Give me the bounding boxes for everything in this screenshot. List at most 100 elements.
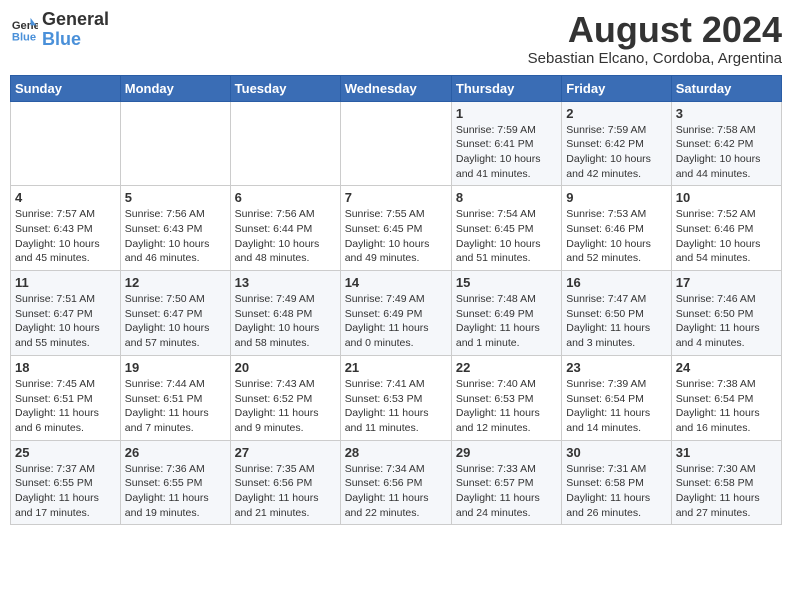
calendar-cell: 11Sunrise: 7:51 AM Sunset: 6:47 PM Dayli…	[11, 271, 121, 356]
month-year-title: August 2024	[528, 10, 782, 50]
calendar-cell: 22Sunrise: 7:40 AM Sunset: 6:53 PM Dayli…	[451, 355, 561, 440]
calendar-cell: 29 Sunrise: 7:33 AM Sunset: 6:57 PM Dayli…	[451, 440, 561, 525]
day-info: Sunrise: 7:49 AM Sunset: 6:48 PM Dayligh…	[235, 292, 336, 351]
page-header: General Blue General Blue August 2024 Se…	[10, 10, 782, 67]
day-info: Sunrise: 7:59 AM Sunset: 6:41 PM Dayligh…	[456, 123, 557, 182]
day-number: 19	[125, 360, 226, 375]
calendar-cell	[11, 101, 121, 186]
weekday-saturday: Saturday	[671, 75, 781, 101]
day-info: Sunrise: 7:34 AM Sunset: 6:56 PM Dayligh…	[345, 462, 447, 521]
day-number: 3	[676, 106, 777, 121]
calendar-cell: 26 Sunrise: 7:36 AM Sunset: 6:55 PM Dayli…	[120, 440, 230, 525]
day-number: 26	[125, 445, 226, 460]
day-info: Sunrise: 7:44 AM Sunset: 6:51 PM Dayligh…	[125, 377, 226, 436]
day-info: Sunrise: 7:43 AM Sunset: 6:52 PM Dayligh…	[235, 377, 336, 436]
day-number: 4	[15, 190, 116, 205]
day-number: 24	[676, 360, 777, 375]
day-info: Sunrise: 7:57 AM Sunset: 6:43 PM Dayligh…	[15, 207, 116, 266]
calendar-cell: 24 Sunrise: 7:38 AM Sunset: 6:54 PM Dayli…	[671, 355, 781, 440]
day-number: 8	[456, 190, 557, 205]
day-number: 27	[235, 445, 336, 460]
calendar-cell: 31Sunrise: 7:30 AM Sunset: 6:58 PM Dayli…	[671, 440, 781, 525]
day-number: 18	[15, 360, 116, 375]
day-info: Sunrise: 7:36 AM Sunset: 6:55 PM Dayligh…	[125, 462, 226, 521]
calendar-week-1: 1 Sunrise: 7:59 AM Sunset: 6:41 PM Daylig…	[11, 101, 782, 186]
day-number: 29	[456, 445, 557, 460]
day-info: Sunrise: 7:33 AM Sunset: 6:57 PM Dayligh…	[456, 462, 557, 521]
day-info: Sunrise: 7:51 AM Sunset: 6:47 PM Dayligh…	[15, 292, 116, 351]
day-info: Sunrise: 7:50 AM Sunset: 6:47 PM Dayligh…	[125, 292, 226, 351]
calendar-cell: 1 Sunrise: 7:59 AM Sunset: 6:41 PM Daylig…	[451, 101, 561, 186]
day-info: Sunrise: 7:58 AM Sunset: 6:42 PM Dayligh…	[676, 123, 777, 182]
day-number: 17	[676, 275, 777, 290]
logo-icon: General Blue	[10, 16, 38, 44]
day-number: 10	[676, 190, 777, 205]
calendar-cell: 13Sunrise: 7:49 AM Sunset: 6:48 PM Dayli…	[230, 271, 340, 356]
calendar-cell: 18 Sunrise: 7:45 AM Sunset: 6:51 PM Dayli…	[11, 355, 121, 440]
day-number: 5	[125, 190, 226, 205]
calendar-cell: 7Sunrise: 7:55 AM Sunset: 6:45 PM Daylig…	[340, 186, 451, 271]
calendar-cell: 8 Sunrise: 7:54 AM Sunset: 6:45 PM Daylig…	[451, 186, 561, 271]
day-number: 7	[345, 190, 447, 205]
calendar-cell	[340, 101, 451, 186]
day-number: 22	[456, 360, 557, 375]
day-info: Sunrise: 7:45 AM Sunset: 6:51 PM Dayligh…	[15, 377, 116, 436]
day-info: Sunrise: 7:56 AM Sunset: 6:44 PM Dayligh…	[235, 207, 336, 266]
day-number: 1	[456, 106, 557, 121]
day-number: 12	[125, 275, 226, 290]
calendar-cell: 3 Sunrise: 7:58 AM Sunset: 6:42 PM Daylig…	[671, 101, 781, 186]
calendar-cell: 21 Sunrise: 7:41 AM Sunset: 6:53 PM Dayli…	[340, 355, 451, 440]
calendar-cell: 25 Sunrise: 7:37 AM Sunset: 6:55 PM Dayli…	[11, 440, 121, 525]
day-info: Sunrise: 7:54 AM Sunset: 6:45 PM Dayligh…	[456, 207, 557, 266]
calendar-cell: 23 Sunrise: 7:39 AM Sunset: 6:54 PM Dayli…	[562, 355, 671, 440]
day-info: Sunrise: 7:37 AM Sunset: 6:55 PM Dayligh…	[15, 462, 116, 521]
calendar-cell: 19 Sunrise: 7:44 AM Sunset: 6:51 PM Dayli…	[120, 355, 230, 440]
day-info: Sunrise: 7:38 AM Sunset: 6:54 PM Dayligh…	[676, 377, 777, 436]
day-number: 20	[235, 360, 336, 375]
calendar-cell: 10 Sunrise: 7:52 AM Sunset: 6:46 PM Dayli…	[671, 186, 781, 271]
calendar-cell: 2Sunrise: 7:59 AM Sunset: 6:42 PM Daylig…	[562, 101, 671, 186]
day-info: Sunrise: 7:39 AM Sunset: 6:54 PM Dayligh…	[566, 377, 666, 436]
day-number: 23	[566, 360, 666, 375]
weekday-monday: Monday	[120, 75, 230, 101]
day-number: 21	[345, 360, 447, 375]
day-number: 31	[676, 445, 777, 460]
weekday-wednesday: Wednesday	[340, 75, 451, 101]
calendar-week-3: 11Sunrise: 7:51 AM Sunset: 6:47 PM Dayli…	[11, 271, 782, 356]
calendar-cell	[120, 101, 230, 186]
day-info: Sunrise: 7:31 AM Sunset: 6:58 PM Dayligh…	[566, 462, 666, 521]
calendar-cell: 30 Sunrise: 7:31 AM Sunset: 6:58 PM Dayli…	[562, 440, 671, 525]
day-info: Sunrise: 7:41 AM Sunset: 6:53 PM Dayligh…	[345, 377, 447, 436]
calendar-cell: 15 Sunrise: 7:48 AM Sunset: 6:49 PM Dayli…	[451, 271, 561, 356]
day-number: 9	[566, 190, 666, 205]
day-info: Sunrise: 7:47 AM Sunset: 6:50 PM Dayligh…	[566, 292, 666, 351]
day-info: Sunrise: 7:49 AM Sunset: 6:49 PM Dayligh…	[345, 292, 447, 351]
calendar-week-2: 4 Sunrise: 7:57 AM Sunset: 6:43 PM Daylig…	[11, 186, 782, 271]
calendar-cell: 20 Sunrise: 7:43 AM Sunset: 6:52 PM Dayli…	[230, 355, 340, 440]
calendar-cell: 16Sunrise: 7:47 AM Sunset: 6:50 PM Dayli…	[562, 271, 671, 356]
day-info: Sunrise: 7:53 AM Sunset: 6:46 PM Dayligh…	[566, 207, 666, 266]
svg-text:Blue: Blue	[12, 31, 36, 43]
calendar-week-4: 18 Sunrise: 7:45 AM Sunset: 6:51 PM Dayli…	[11, 355, 782, 440]
day-number: 14	[345, 275, 447, 290]
day-info: Sunrise: 7:52 AM Sunset: 6:46 PM Dayligh…	[676, 207, 777, 266]
day-info: Sunrise: 7:59 AM Sunset: 6:42 PM Dayligh…	[566, 123, 666, 182]
day-number: 6	[235, 190, 336, 205]
calendar-cell: 4 Sunrise: 7:57 AM Sunset: 6:43 PM Daylig…	[11, 186, 121, 271]
day-number: 30	[566, 445, 666, 460]
day-info: Sunrise: 7:46 AM Sunset: 6:50 PM Dayligh…	[676, 292, 777, 351]
weekday-sunday: Sunday	[11, 75, 121, 101]
day-info: Sunrise: 7:48 AM Sunset: 6:49 PM Dayligh…	[456, 292, 557, 351]
day-number: 25	[15, 445, 116, 460]
day-info: Sunrise: 7:56 AM Sunset: 6:43 PM Dayligh…	[125, 207, 226, 266]
day-info: Sunrise: 7:35 AM Sunset: 6:56 PM Dayligh…	[235, 462, 336, 521]
weekday-header-row: SundayMondayTuesdayWednesdayThursdayFrid…	[11, 75, 782, 101]
logo: General Blue General Blue	[10, 10, 109, 50]
day-number: 28	[345, 445, 447, 460]
location-subtitle: Sebastian Elcano, Cordoba, Argentina	[528, 50, 782, 67]
svg-text:General: General	[12, 20, 38, 32]
calendar-table: SundayMondayTuesdayWednesdayThursdayFrid…	[10, 75, 782, 526]
title-block: August 2024 Sebastian Elcano, Cordoba, A…	[528, 10, 782, 67]
day-number: 15	[456, 275, 557, 290]
weekday-tuesday: Tuesday	[230, 75, 340, 101]
